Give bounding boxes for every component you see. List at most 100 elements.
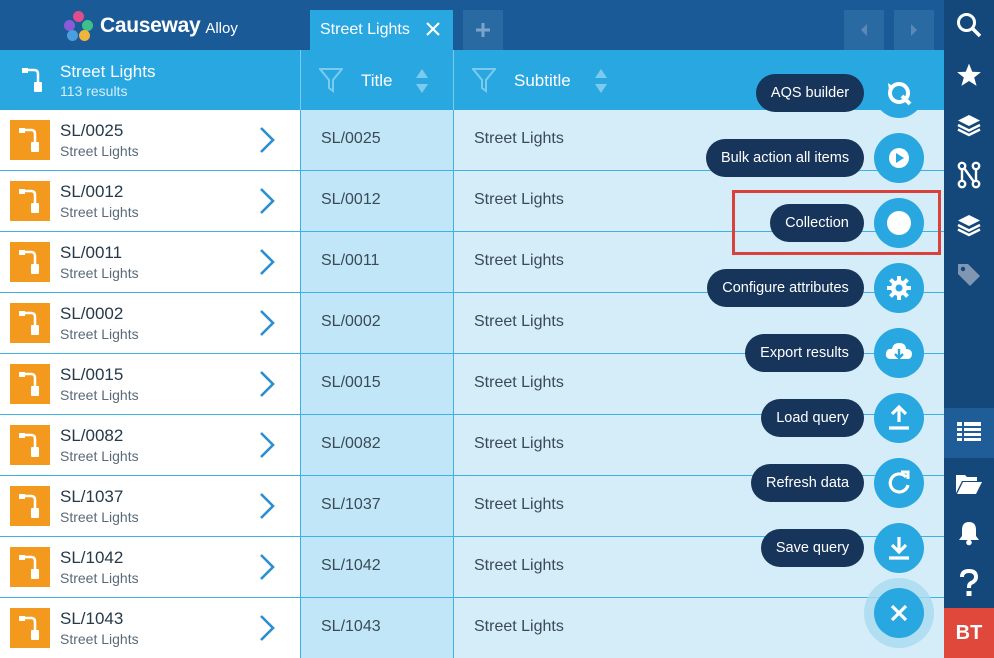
title-cell[interactable]: SL/0002 xyxy=(300,293,453,353)
title-cell[interactable]: SL/0025 xyxy=(300,110,453,170)
refresh-data-button[interactable] xyxy=(874,458,924,508)
subtitle-value: Street Lights xyxy=(474,557,564,574)
title-value: SL/1042 xyxy=(321,557,381,574)
list-icon xyxy=(957,422,981,441)
item-code: SL/0011 xyxy=(60,243,123,262)
subtitle-cell[interactable]: Street Lights xyxy=(453,537,944,597)
item-code: SL/0025 xyxy=(60,121,124,140)
chevron-right-icon[interactable] xyxy=(258,613,276,643)
chevron-right-icon[interactable] xyxy=(258,369,276,399)
row-summary-cell[interactable]: SL/0025 Street Lights xyxy=(0,110,300,170)
item-code: SL/0002 xyxy=(60,304,124,323)
sort-icon[interactable] xyxy=(415,68,429,94)
sort-icon[interactable] xyxy=(594,68,608,94)
subtitle-value: Street Lights xyxy=(474,435,564,452)
fab-close-button[interactable] xyxy=(874,588,924,638)
subtitle-cell[interactable]: Street Lights xyxy=(453,476,944,536)
subtitle-cell[interactable]: Street Lights xyxy=(453,354,944,414)
rail-search-button[interactable] xyxy=(944,0,994,50)
brand-name: Causeway xyxy=(100,14,201,37)
chevron-right-icon[interactable] xyxy=(258,552,276,582)
save-query-label[interactable]: Save query xyxy=(761,529,864,567)
item-type-thumbnail xyxy=(10,242,50,282)
rail-workflows-button[interactable] xyxy=(944,150,994,200)
title-cell[interactable]: SL/0015 xyxy=(300,354,453,414)
add-tab-button[interactable] xyxy=(463,10,503,50)
subtitle-cell[interactable]: Street Lights xyxy=(453,110,944,170)
refresh-data-label[interactable]: Refresh data xyxy=(751,464,864,502)
subtitle-value: Street Lights xyxy=(474,618,564,635)
row-summary-cell[interactable]: SL/0082 Street Lights xyxy=(0,415,300,475)
street-light-icon xyxy=(22,68,42,92)
close-icon[interactable] xyxy=(423,19,443,39)
export-results-button[interactable] xyxy=(874,328,924,378)
item-type-thumbnail xyxy=(10,547,50,587)
aqs-builder-label[interactable]: AQS builder xyxy=(756,74,864,112)
chevron-right-icon[interactable] xyxy=(258,430,276,460)
row-summary-cell[interactable]: SL/1042 Street Lights xyxy=(0,537,300,597)
subtitle-cell[interactable]: Street Lights xyxy=(453,415,944,475)
filter-icon[interactable] xyxy=(472,67,496,93)
item-type: Street Lights xyxy=(60,326,139,342)
street-light-icon xyxy=(19,555,39,579)
scroll-tabs-right-button[interactable] xyxy=(894,10,934,50)
title-cell[interactable]: SL/0011 xyxy=(300,232,453,292)
bulk-action-all-items-button[interactable] xyxy=(874,133,924,183)
title-cell[interactable]: SL/0082 xyxy=(300,415,453,475)
title-value: SL/1043 xyxy=(321,618,381,635)
rail-tags-button[interactable] xyxy=(944,250,994,300)
star-icon xyxy=(957,63,981,86)
street-light-icon xyxy=(19,494,39,518)
subtitle-cell[interactable]: Street Lights xyxy=(453,293,944,353)
street-light-icon xyxy=(19,311,39,335)
product-name: Alloy xyxy=(205,19,238,37)
rail-layers-button[interactable] xyxy=(944,100,994,150)
rail-results-button[interactable] xyxy=(944,408,994,458)
right-nav-rail: BT xyxy=(944,0,994,658)
rail-folders-button[interactable] xyxy=(944,458,994,508)
title-cell[interactable]: SL/1037 xyxy=(300,476,453,536)
street-light-icon xyxy=(19,189,39,213)
item-type: Street Lights xyxy=(60,204,139,220)
load-query-button[interactable] xyxy=(874,393,924,443)
user-avatar-button[interactable]: BT xyxy=(944,608,994,658)
chevron-right-icon[interactable] xyxy=(258,186,276,216)
column-header-title[interactable]: Title xyxy=(300,50,453,110)
filter-icon[interactable] xyxy=(319,67,343,93)
refresh-icon xyxy=(885,469,913,497)
tab-street-lights[interactable]: Street Lights xyxy=(310,10,453,50)
scroll-tabs-left-button[interactable] xyxy=(844,10,884,50)
column-label-subtitle: Subtitle xyxy=(514,71,571,90)
save-query-button[interactable] xyxy=(874,523,924,573)
rail-favourites-button[interactable] xyxy=(944,50,994,100)
chevron-right-icon[interactable] xyxy=(258,247,276,277)
configure-attributes-button[interactable] xyxy=(874,263,924,313)
title-cell[interactable]: SL/1042 xyxy=(300,537,453,597)
row-summary-cell[interactable]: SL/0002 Street Lights xyxy=(0,293,300,353)
chevron-right-icon[interactable] xyxy=(258,308,276,338)
configure-attributes-label[interactable]: Configure attributes xyxy=(707,269,864,307)
title-cell[interactable]: SL/0012 xyxy=(300,171,453,231)
row-summary-cell[interactable]: SL/0012 Street Lights xyxy=(0,171,300,231)
bulk-action-all-items-label[interactable]: Bulk action all items xyxy=(706,139,864,177)
item-code: SL/0015 xyxy=(60,365,124,384)
caret-left-icon xyxy=(861,24,867,36)
aqs-builder-button[interactable] xyxy=(874,68,924,118)
title-cell[interactable]: SL/1043 xyxy=(300,598,453,658)
chevron-right-icon[interactable] xyxy=(258,491,276,521)
export-results-label[interactable]: Export results xyxy=(745,334,864,372)
table-row[interactable]: SL/1043 Street Lights SL/1043 Street Lights xyxy=(0,598,944,658)
row-summary-cell[interactable]: SL/1037 Street Lights xyxy=(0,476,300,536)
load-query-label[interactable]: Load query xyxy=(761,399,864,437)
workflow-icon xyxy=(957,161,981,189)
row-summary-cell[interactable]: SL/0015 Street Lights xyxy=(0,354,300,414)
rail-notifications-button[interactable] xyxy=(944,508,994,558)
rail-help-button[interactable] xyxy=(944,558,994,608)
column-header-subtitle[interactable]: Subtitle xyxy=(453,50,944,110)
rail-layers-alt-button[interactable] xyxy=(944,200,994,250)
logo[interactable]: Causeway Alloy xyxy=(64,10,238,42)
row-summary-cell[interactable]: SL/0011 Street Lights xyxy=(0,232,300,292)
folder-open-icon xyxy=(956,475,982,494)
chevron-right-icon[interactable] xyxy=(258,125,276,155)
row-summary-cell[interactable]: SL/1043 Street Lights xyxy=(0,598,300,658)
